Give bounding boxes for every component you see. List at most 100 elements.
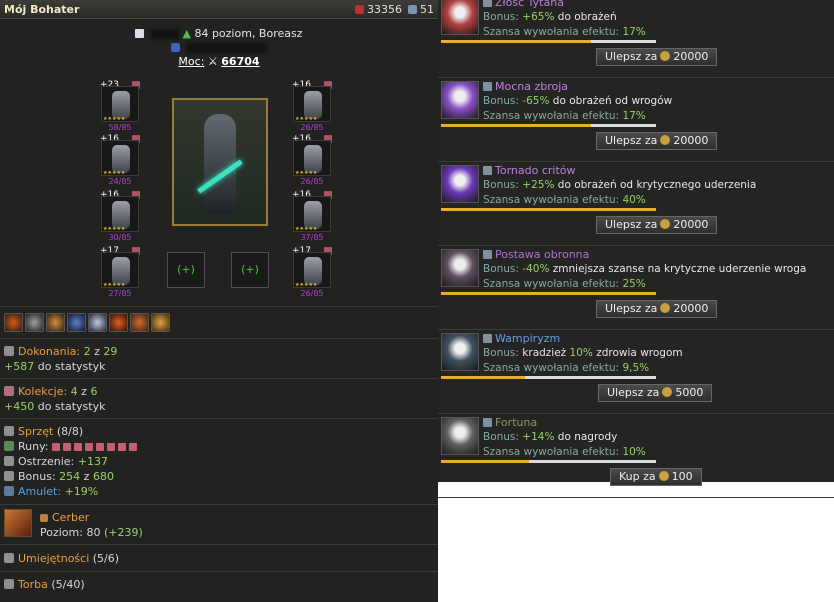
skill-progress-bar — [441, 124, 656, 127]
amulet-icon — [4, 486, 14, 496]
buff-icon[interactable] — [130, 313, 149, 332]
skills-section: Umiejętności (5/6) — [4, 551, 119, 566]
skill-upgrade-button[interactable]: Ulepsz za 5000 — [598, 384, 713, 402]
skill-progress-bar — [441, 460, 656, 463]
skill-chance: Szansa wywołania efektu: 17% — [483, 26, 646, 38]
divider — [438, 329, 834, 330]
gold-stat: 33356 — [355, 3, 402, 16]
skill-name: Tornado critów — [483, 164, 576, 177]
buff-icon[interactable] — [88, 313, 107, 332]
skill-card: Mocna zbroja Bonus: -65% do obrażeń od w… — [438, 80, 834, 165]
skill-upgrade-button[interactable]: Ulepsz za 20000 — [596, 48, 718, 66]
gems-stat: 51 — [408, 3, 434, 16]
hero-name-redacted — [150, 29, 179, 39]
gear-slot-armor[interactable]: +16 ★★★★★ 30/85 — [98, 190, 140, 242]
tornado-icon — [441, 165, 479, 203]
equipment-link[interactable]: Sprzęt — [18, 425, 53, 438]
stars-icon: ★★★★★ — [295, 116, 318, 122]
skill-bonus: Bonus: +65% do obrażeń — [483, 11, 617, 23]
stars-icon: ★★★★★ — [103, 170, 126, 176]
hero-level: 84 poziom, Boreasz — [194, 27, 303, 40]
coin-icon — [662, 387, 673, 397]
divider — [438, 161, 834, 162]
skill-name: Wampiryzm — [483, 332, 560, 345]
coin-icon — [660, 51, 671, 61]
buff-icon[interactable] — [25, 313, 44, 332]
skill-upgrade-button[interactable]: Ulepsz za 20000 — [596, 216, 718, 234]
skill-progress-bar — [441, 40, 656, 43]
page-title: Mój Bohater — [4, 2, 80, 16]
divider — [438, 413, 834, 414]
skill-progress-bar — [441, 292, 656, 295]
equipment-icon — [4, 426, 14, 436]
bag-link[interactable]: Torba — [18, 578, 48, 591]
gear-slot-sword-right[interactable]: +16 ★★★★★ 26/85 — [290, 134, 332, 186]
skill-progress-fill — [441, 292, 656, 295]
swords-icon: ⚔ — [207, 55, 218, 68]
vampire-icon — [441, 333, 479, 371]
skill-upgrade-button[interactable]: Ulepsz za 20000 — [596, 132, 718, 150]
pet-name-link[interactable]: Cerber — [52, 511, 89, 524]
buff-icon[interactable] — [46, 313, 65, 332]
achievements-section: Dokonania: 2 z 29 +587 do statystyk — [4, 345, 118, 373]
empty-slot-button[interactable]: (+) — [167, 252, 205, 288]
divider — [0, 504, 438, 505]
skill-bonus: Bonus: +14% do nagrody — [483, 431, 618, 443]
gear-slot-weapon-right[interactable]: +16 ★★★★★ 26/85 — [290, 80, 332, 132]
stars-icon: ★★★★★ — [295, 170, 318, 176]
skill-upgrade-button[interactable]: Ulepsz za 20000 — [596, 300, 718, 318]
amulet-link[interactable]: Amulet: — [18, 485, 61, 498]
buff-icon[interactable] — [151, 313, 170, 332]
skill-chance: Szansa wywołania efektu: 9,5% — [483, 362, 650, 374]
collections-section: Kolekcje: 4 z 6 +450 do statystyk — [4, 385, 106, 413]
skill-name: Mocna zbroja — [483, 80, 568, 93]
skills-link[interactable]: Umiejętności — [18, 552, 89, 565]
guild-icon — [171, 43, 181, 52]
gear-slot-legs[interactable]: +17 ★★★★★ 27/85 — [98, 246, 140, 298]
fist-icon — [441, 0, 479, 35]
stance-icon — [441, 249, 479, 287]
pet-icon — [40, 514, 48, 522]
gold-icon — [355, 4, 364, 14]
hero-portrait — [172, 98, 268, 226]
skill-name: Złość Tytana — [483, 0, 564, 9]
gear-slot-sword-left[interactable]: +16 ★★★★★ 24/85 — [98, 134, 140, 186]
buff-icon[interactable] — [4, 313, 23, 332]
equipment-section: Sprzęt (8/8) Runy: Ostrzenie: +137 Bonus… — [4, 424, 140, 499]
skill-type-icon — [483, 166, 492, 175]
skill-card: Wampiryzm Bonus: kradzież 10% zdrowia wr… — [438, 332, 834, 417]
pet-avatar[interactable] — [4, 509, 32, 537]
divider — [438, 77, 834, 78]
divider — [0, 418, 438, 419]
buff-icon[interactable] — [67, 313, 86, 332]
skill-chance: Szansa wywołania efektu: 10% — [483, 446, 646, 458]
currency-stats: 33356 51 — [355, 3, 434, 16]
stars-icon: ★★★★★ — [103, 116, 126, 122]
skill-name: Fortuna — [483, 416, 537, 429]
achievements-link[interactable]: Dokonania: — [18, 345, 80, 358]
collection-icon — [4, 386, 14, 396]
empty-slot-button[interactable]: (+) — [231, 252, 269, 288]
coin-icon — [660, 219, 671, 229]
gear-slot-boots[interactable]: +17 ★★★★★ 26/85 — [290, 246, 332, 298]
collections-link[interactable]: Kolekcje: — [18, 385, 67, 398]
skill-type-icon — [483, 418, 492, 427]
skill-name: Postawa obronna — [483, 248, 589, 261]
divider — [0, 378, 438, 379]
skill-card: Tornado critów Bonus: +25% do obrażeń od… — [438, 164, 834, 249]
skill-card: Złość Tytana Bonus: +65% do obrażeń Szan… — [438, 0, 834, 81]
sharpening-icon — [4, 456, 14, 466]
skill-progress-bar — [441, 208, 656, 211]
skill-progress-fill — [441, 460, 530, 463]
skill-card: Postawa obronna Bonus: -40% zmniejsza sz… — [438, 248, 834, 333]
divider — [0, 306, 438, 307]
gear-slot-helmet[interactable]: +23 ★★★★★ 58/85 — [98, 80, 140, 132]
skill-upgrade-button[interactable]: Kup za 100 — [610, 468, 702, 486]
divider — [0, 544, 438, 545]
buff-icon[interactable] — [109, 313, 128, 332]
gear-slot-gauntlets[interactable]: +16 ★★★★★ 37/85 — [290, 190, 332, 242]
pet-section: Cerber Poziom: 80 (+239) — [40, 511, 143, 539]
guild-name-redacted — [186, 43, 267, 53]
hero-topbar: Mój Bohater 33356 51 — [0, 0, 438, 19]
skill-chance: Szansa wywołania efektu: 40% — [483, 194, 646, 206]
